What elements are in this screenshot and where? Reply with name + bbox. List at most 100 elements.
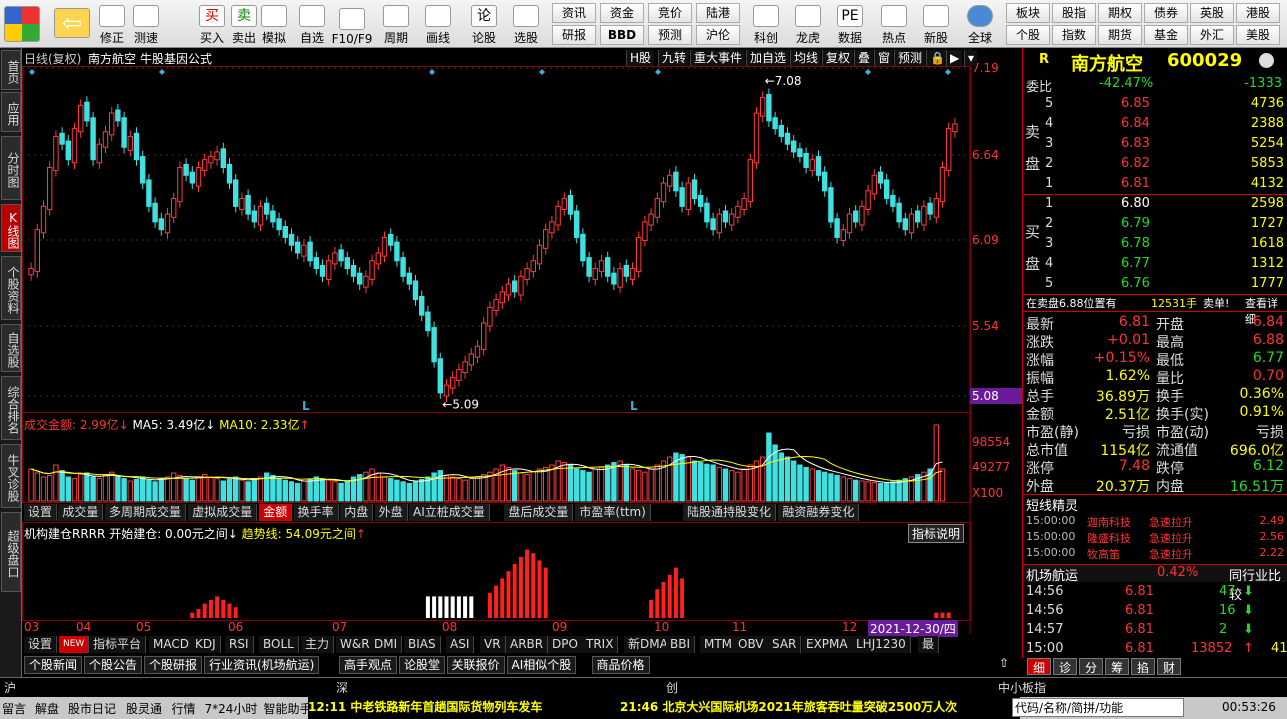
toolbar-tab-BBD[interactable]: BBD — [600, 25, 644, 45]
toolbar-tab-个股[interactable]: 个股 — [1006, 25, 1050, 45]
left-tab-8[interactable]: 超级盘口 — [1, 512, 21, 592]
vol-tab-1[interactable]: 成交量 — [58, 504, 104, 521]
indicator-tab-22[interactable]: LHJ1230 — [852, 636, 911, 653]
toolbar-tab-研报[interactable]: 研报 — [552, 25, 596, 45]
play-icon[interactable]: ▶ — [946, 50, 963, 66]
vol-tab-7[interactable]: 外盘 — [374, 504, 408, 521]
toolbar-tab-英股[interactable]: 英股 — [1190, 3, 1234, 23]
right-bottom-tab-1[interactable]: 诊 — [1053, 658, 1077, 675]
right-bottom-tab-5[interactable]: 财 — [1157, 658, 1181, 675]
toolbar-btn-7[interactable]: 自选 — [294, 2, 330, 46]
left-tab-7[interactable]: 牛叉诊股 — [1, 444, 21, 508]
indicator-tab-8[interactable]: W&R — [336, 636, 375, 653]
chart-tab-0[interactable]: H股 — [626, 50, 655, 66]
news-tab-6[interactable]: 关联报价 — [446, 656, 505, 674]
toolbar-tab-债券[interactable]: 债券 — [1144, 3, 1188, 23]
vol-tab-2[interactable]: 多周期成交量 — [105, 504, 187, 521]
indicator-tab-18[interactable]: MTM — [700, 636, 738, 653]
vol-tab-0[interactable]: 设置 — [24, 504, 58, 521]
indicator-tab-15[interactable]: TRIX — [582, 636, 619, 653]
right-bottom-tab-3[interactable]: 筹 — [1105, 658, 1129, 675]
toolbar-tab-板块[interactable]: 板块 — [1006, 3, 1050, 23]
short-line-title[interactable]: 短线精灵 — [1023, 494, 1287, 514]
vol-tab-5[interactable]: 换手率 — [293, 504, 339, 521]
news-ticker[interactable]: 12:11 中老铁路新年首趟国际货物列车发车 21:46 北京大兴国际机场202… — [308, 697, 1020, 719]
indicator-tab-20[interactable]: SAR — [768, 636, 802, 653]
chart-tab-1[interactable]: 九转 — [658, 50, 690, 66]
bottom-item-3[interactable]: 股灵通 — [126, 700, 162, 717]
indicator-tab-5[interactable]: RSI — [225, 636, 254, 653]
right-bottom-tab-4[interactable]: 掐 — [1131, 658, 1155, 675]
chart-tab-3[interactable]: 加自选 — [746, 50, 790, 66]
toolbar-tab-陆港[interactable]: 陆港 — [696, 3, 740, 23]
left-tab-6[interactable]: 综合排名 — [1, 376, 21, 440]
collapse-up-icon[interactable]: ⇧ — [992, 656, 1016, 674]
toolbar-tab-外汇[interactable]: 外汇 — [1190, 25, 1234, 45]
indicator-tab-12[interactable]: VR — [480, 636, 506, 653]
toolbar-btn-12[interactable]: 选股 — [508, 2, 544, 46]
indicator-tab-14[interactable]: DPO — [548, 636, 583, 653]
toolbar-tab-美股[interactable]: 美股 — [1236, 25, 1280, 45]
vol-tab-4[interactable]: 金额 — [259, 504, 293, 521]
big-order-notice[interactable]: 在卖盘6.88位置有 12531手 卖单! 查看详细 — [1023, 294, 1287, 326]
bottom-item-2[interactable]: 股市日记 — [68, 700, 116, 717]
toolbar-btn-10[interactable]: 画线 — [420, 2, 456, 46]
toolbar3-btn-1[interactable]: 龙虎 — [790, 2, 826, 46]
toolbar-btn-9[interactable]: 周期 — [378, 2, 414, 46]
left-tab-5[interactable]: 自选股 — [1, 324, 21, 372]
indicator-tab-9[interactable]: DMI — [370, 636, 403, 653]
lock-icon[interactable]: 🔒 — [926, 50, 948, 66]
kline-svg[interactable]: 7.196.646.095.545.089855449277X100←7.08←… — [22, 48, 1022, 634]
news-tab-4[interactable]: 高手观点 — [339, 656, 398, 674]
toolbar-tab-港股[interactable]: 港股 — [1236, 3, 1280, 23]
toolbar-btn-4[interactable]: 买买入 — [194, 2, 230, 46]
indicator-tab-21[interactable]: EXPMA — [802, 636, 853, 653]
vol-tab-12[interactable]: 融资融券变化 — [778, 504, 860, 521]
right-bottom-tab-2[interactable]: 分 — [1079, 658, 1103, 675]
indicator-tab-4[interactable]: KDJ — [191, 636, 221, 653]
code-search-input[interactable]: 代码/名称/简拼/功能 — [1012, 698, 1184, 717]
indicator-help-button[interactable]: 指标说明 — [908, 524, 965, 543]
news-tab-2[interactable]: 个股研报 — [144, 656, 203, 674]
indicator-tab-13[interactable]: ARBR — [506, 636, 549, 653]
toolbar3-btn-4[interactable]: 新股 — [918, 2, 954, 46]
indicator-tab-7[interactable]: 主力 — [301, 636, 335, 653]
bottom-item-4[interactable]: 行情 — [172, 700, 196, 717]
indicator-tab-3[interactable]: MACD — [149, 636, 194, 653]
bottom-item-0[interactable]: 留言 — [2, 700, 26, 717]
left-tab-1[interactable]: 应用 — [1, 92, 21, 132]
chart-tab-7[interactable]: 窗 — [874, 50, 894, 66]
left-tab-0[interactable]: 首页 — [1, 50, 21, 90]
toolbar-btn-3[interactable]: 测速 — [128, 2, 164, 46]
bottom-item-6[interactable]: 智能助手 — [264, 700, 312, 717]
right-bottom-tab-0[interactable]: 细 — [1027, 658, 1051, 675]
left-tab-3[interactable]: K线图 — [1, 204, 21, 252]
toolbar-tab-期权[interactable]: 期权 — [1098, 3, 1142, 23]
global-button[interactable]: 全球 — [962, 2, 998, 46]
toolbar-btn-6[interactable]: 模拟 — [256, 2, 292, 46]
chart-tab-8[interactable]: 预测 — [894, 50, 926, 66]
short-line-item[interactable]: 15:00:00 牧高笛 急速拉升 2.22 — [1023, 546, 1287, 564]
vol-tab-6[interactable]: 内盘 — [340, 504, 374, 521]
toolbar-tab-竞价[interactable]: 竞价 — [648, 3, 692, 23]
news-tab-7[interactable]: AI相似个股 — [506, 656, 577, 674]
toolbar-tab-基金[interactable]: 基金 — [1144, 25, 1188, 45]
sector-row[interactable]: 机场航运 0.42% 同行业比较 — [1023, 564, 1287, 603]
chart-tab-2[interactable]: 重大事件 — [690, 50, 746, 66]
bottom-item-1[interactable]: 解盘 — [35, 700, 59, 717]
dropdown-icon[interactable]: ▾ — [964, 50, 978, 66]
toolbar3-btn-0[interactable]: 科创 — [748, 2, 784, 46]
vol-tab-10[interactable]: 市盈率(ttm) — [575, 504, 651, 521]
options-icon[interactable] — [1259, 53, 1274, 68]
toolbar-tab-资讯[interactable]: 资讯 — [552, 3, 596, 23]
toolbar-btn-11[interactable]: 论论股 — [466, 2, 502, 46]
toolbar3-btn-2[interactable]: PE 数据 — [832, 2, 868, 46]
news-tab-0[interactable]: 个股新闻 — [24, 656, 83, 674]
toolbar-tab-资金[interactable]: 资金 — [600, 3, 644, 23]
indicator-tab-0[interactable]: 设置 — [24, 636, 58, 653]
toolbar3-btn-3[interactable]: 热点 — [876, 2, 912, 46]
toolbar-tab-指数[interactable]: 指数 — [1052, 25, 1096, 45]
indicator-tab-17[interactable]: BBI — [666, 636, 696, 653]
toolbar-tab-预测[interactable]: 预测 — [648, 25, 692, 45]
left-tab-4[interactable]: 个股资料 — [1, 256, 21, 320]
